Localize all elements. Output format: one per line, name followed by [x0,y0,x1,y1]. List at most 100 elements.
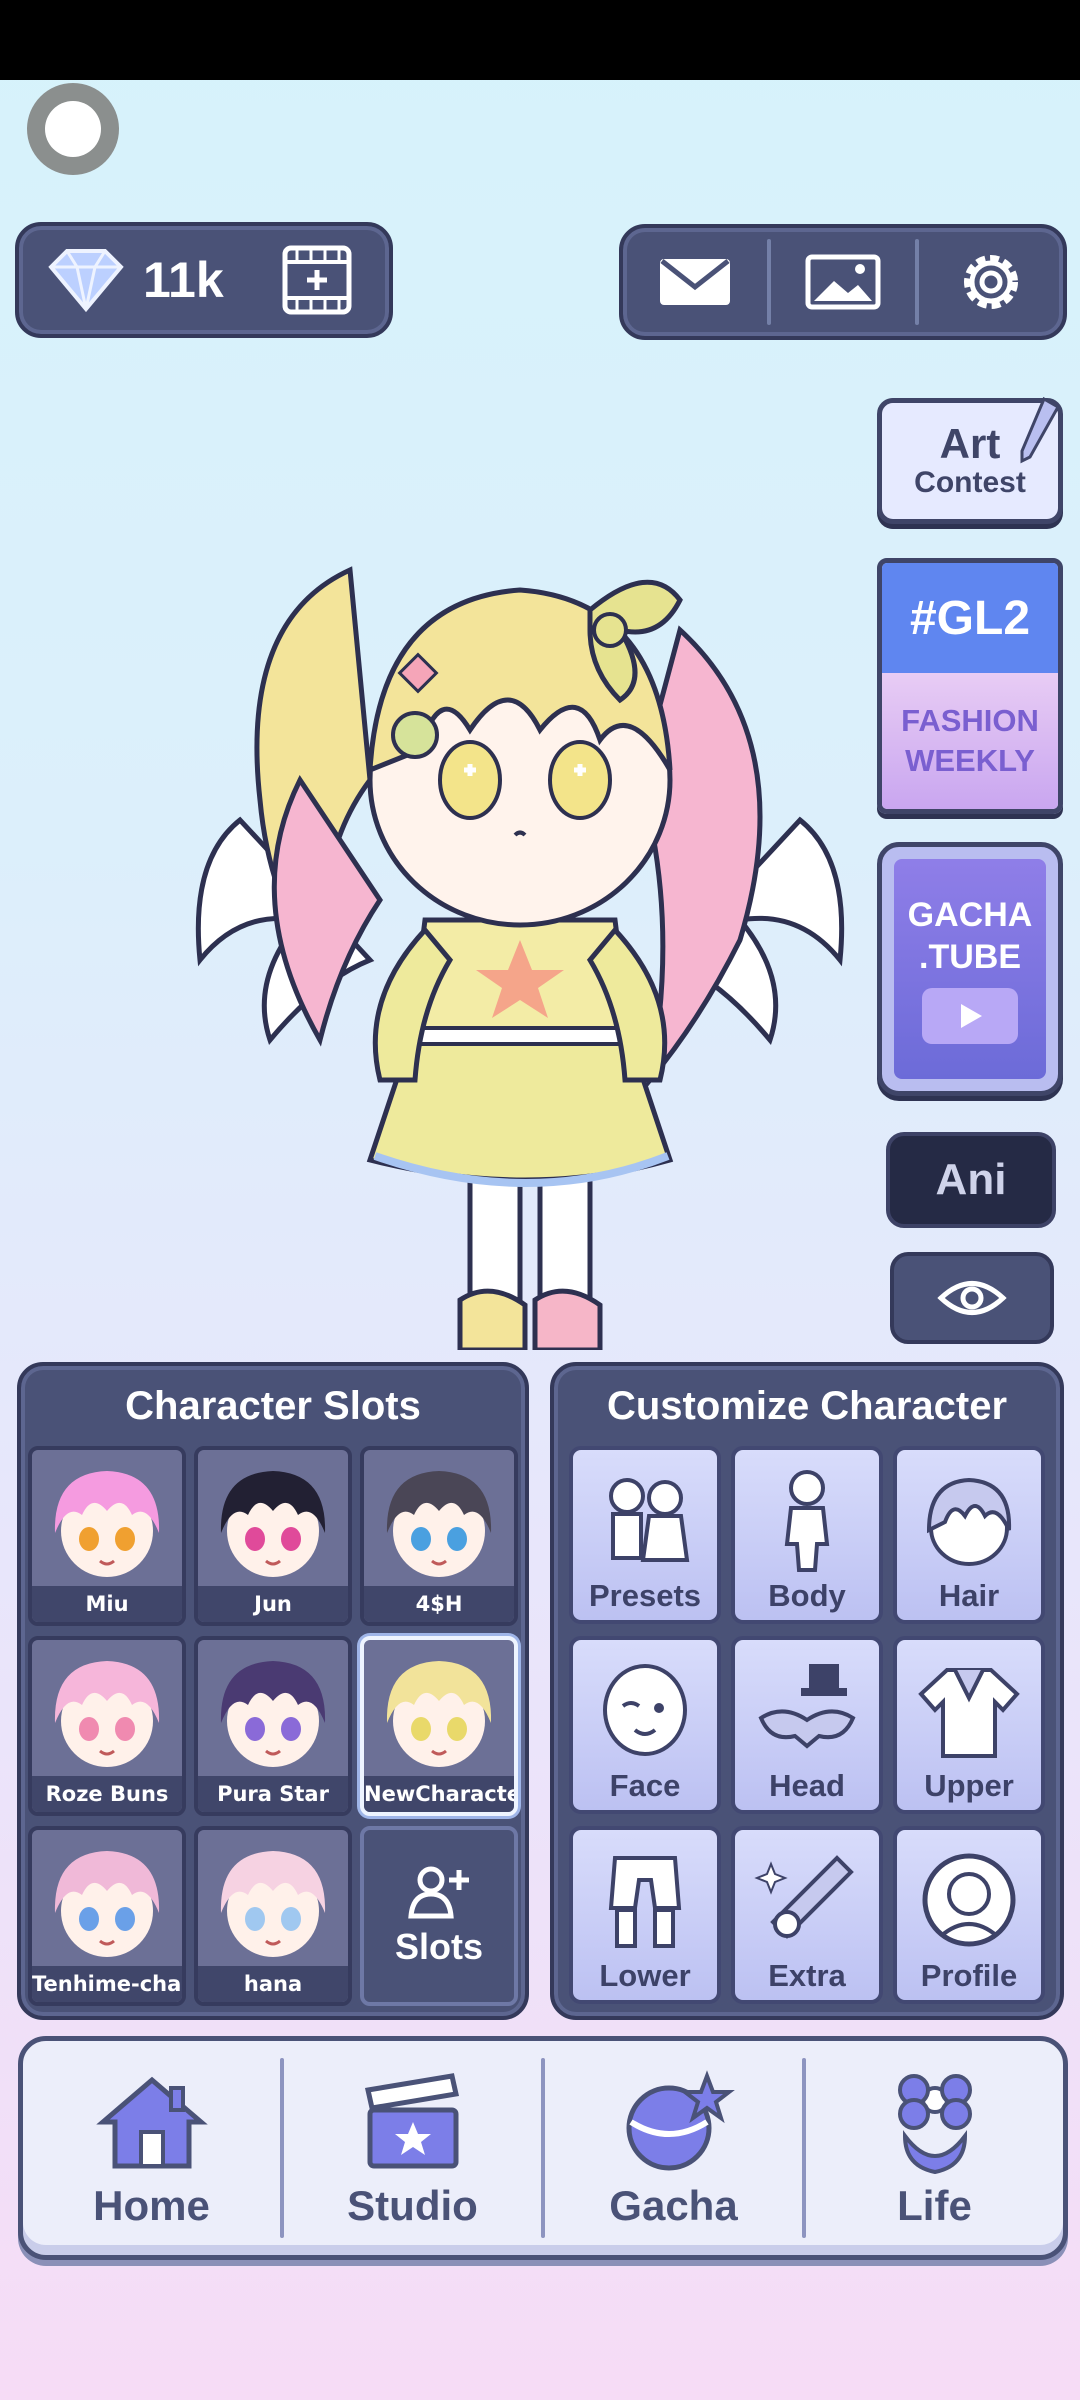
screen-record-indicator[interactable] [27,83,119,175]
home-icon [95,2076,208,2169]
art-contest-subtitle: Contest [914,466,1026,499]
customize-label: Face [609,1768,681,1803]
gem-count: 11k [143,252,224,308]
character-slot-portrait [32,1640,182,1776]
character-slot-name: hana [198,1966,348,2002]
character-slots-panel: Character Slots Miu Jun 4$H Roze Buns Pura S… [17,1362,529,2020]
face-icon [603,1664,687,1756]
customize-head-button[interactable]: Head [731,1636,883,1814]
hide-ui-button[interactable] [890,1252,1054,1344]
mail-button[interactable] [623,228,767,336]
gachatube-screen: GACHA .TUBE [894,859,1046,1079]
customize-extra-button[interactable]: Extra [731,1826,883,2004]
presets-icon [609,1478,690,1562]
customize-label: Profile [920,1958,1018,1993]
customize-face-button[interactable]: Face [569,1636,721,1814]
art-contest-button[interactable]: Art Contest [877,396,1063,524]
character-slot-portrait [32,1450,182,1586]
character-slot-name: Miu [32,1586,182,1622]
character-slot-name: Tenhime-char [32,1966,182,2002]
character-slot-portrait [198,1450,348,1586]
character-slot-portrait [198,1640,348,1776]
customize-lower-button[interactable]: Lower [569,1826,721,2004]
bottom-navigation: Home Studio Gacha Life [18,2036,1068,2260]
studio-icon [364,2073,459,2169]
customize-presets-button[interactable]: Presets [569,1446,721,1624]
customize-profile-button[interactable]: Profile [893,1826,1045,2004]
extra-icon [754,1855,854,1939]
lower-icon [608,1856,682,1948]
gachatube-button[interactable]: GACHA .TUBE [877,842,1063,1096]
upper-icon [918,1668,1020,1758]
customize-label: Extra [768,1958,846,1993]
customize-upper-button[interactable]: Upper [893,1636,1045,1814]
character-slot-portrait [364,1640,514,1776]
customize-label: Presets [588,1578,702,1613]
character-slot-portrait [32,1830,182,1966]
nav-life[interactable]: Life [806,2041,1063,2255]
nav-label: Life [897,2182,972,2229]
customize-label: Head [769,1768,845,1803]
fashion-weekly-label: FASHION WEEKLY [882,673,1058,809]
character-slot-name: Jun [198,1586,348,1622]
customize-character-title: Customize Character [606,1383,1008,1428]
character-slot[interactable]: Pura Star [194,1636,352,1816]
customize-grid: Presets Body Hair Face Head Upper Lower Extra Pr… [564,1446,1050,2004]
character-slot[interactable]: Miu [28,1446,186,1626]
status-bar [0,0,1080,80]
customize-label: Upper [924,1768,1014,1803]
character-slot[interactable]: NewCharacte [360,1636,518,1816]
character-slot[interactable]: Roze Buns [28,1636,186,1816]
add-user-icon [408,1866,469,1919]
nav-label: Studio [347,2182,478,2229]
character-slot-name: NewCharacte [364,1776,514,1812]
gl2-fashion-weekly-button[interactable]: #GL2 FASHION WEEKLY [877,558,1063,814]
customize-character-panel: Customize Character Presets Body Hair Face H… [550,1362,1064,2020]
eye-icon [937,1281,1007,1315]
nav-studio[interactable]: Studio [284,2041,541,2255]
hair-icon [926,1477,1012,1566]
character-slot-portrait [198,1830,348,1966]
gachatube-line2: .TUBE [919,938,1021,976]
top-toolbar [619,224,1067,340]
diamond-icon [48,249,124,313]
character-slot-portrait [364,1450,514,1586]
gallery-button[interactable] [771,228,915,336]
head-icon [758,1664,856,1749]
fashion-weekly-line2: WEEKLY [905,743,1035,778]
play-icon [922,988,1018,1044]
pencil-icon [1020,396,1061,464]
character-preview[interactable] [180,480,860,1350]
character-slot[interactable]: Jun [194,1446,352,1626]
profile-icon [922,1853,1016,1947]
settings-button[interactable] [919,228,1063,336]
image-icon [805,254,881,310]
add-video-reward-icon[interactable] [281,244,353,316]
gl2-tag: #GL2 [882,563,1058,673]
body-icon [784,1470,830,1572]
customize-label: Body [768,1578,846,1613]
nav-home[interactable]: Home [23,2041,280,2255]
character-slot-name: Roze Buns [32,1776,182,1812]
character-slot[interactable]: hana [194,1826,352,2006]
customize-hair-button[interactable]: Hair [893,1446,1045,1624]
add-slots-label: Slots [394,1926,483,1967]
character-slot-grid: Miu Jun 4$H Roze Buns Pura Star NewCharacte Te… [28,1446,518,2006]
character-slot[interactable]: 4$H [360,1446,518,1626]
character-slot-name: Pura Star [198,1776,348,1812]
nav-gacha[interactable]: Gacha [545,2041,802,2255]
animation-button[interactable]: Ani [886,1132,1056,1228]
nav-label: Gacha [609,2182,738,2229]
gachatube-line1: GACHA [907,896,1033,934]
life-icon [897,2074,972,2175]
gear-icon [964,255,1018,309]
gacha-icon [626,2070,735,2171]
add-slots-button[interactable]: Slots [360,1826,518,2006]
customize-label: Hair [938,1578,1000,1613]
customize-body-button[interactable]: Body [731,1446,883,1624]
character-slots-title: Character Slots [125,1383,421,1428]
character-slot[interactable]: Tenhime-char [28,1826,186,2006]
nav-label: Home [93,2182,210,2229]
art-contest-title: Art [939,420,1001,467]
character-slot-name: 4$H [364,1586,514,1622]
